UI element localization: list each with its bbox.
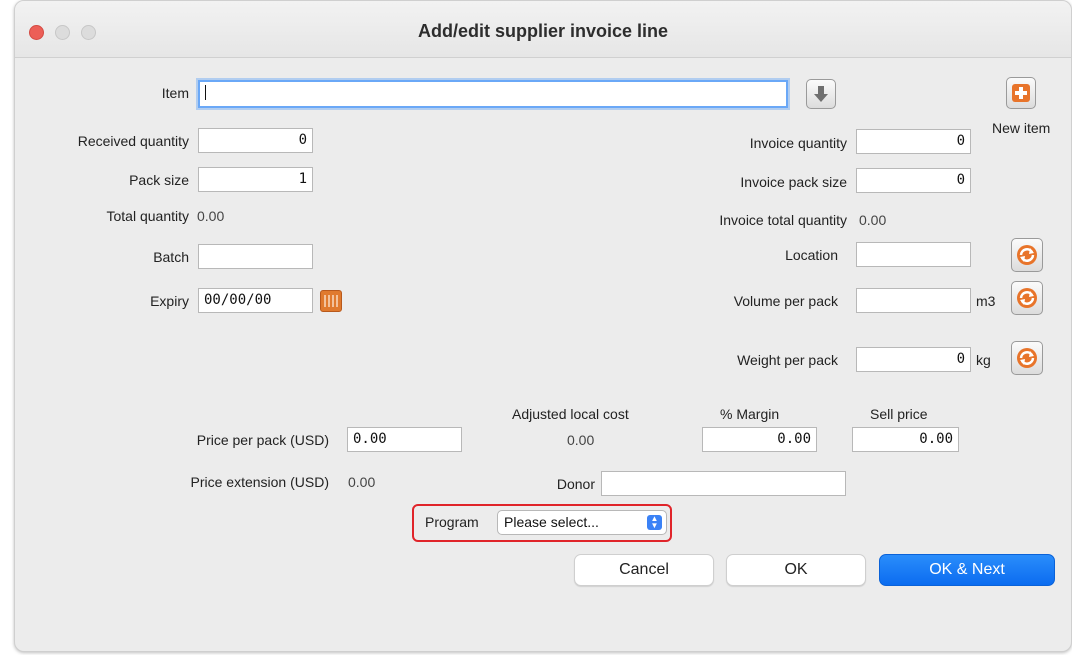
select-arrows-icon: ▲ ▼ bbox=[647, 515, 662, 530]
total-quantity-label: Total quantity bbox=[106, 208, 190, 224]
volume-per-pack-label: Volume per pack bbox=[733, 293, 838, 309]
invoice-pack-size-label: Invoice pack size bbox=[740, 174, 847, 190]
invoice-total-quantity-value: 0.00 bbox=[859, 212, 887, 228]
refresh-icon bbox=[1017, 245, 1037, 265]
program-label: Program bbox=[425, 514, 479, 530]
total-quantity-value: 0.00 bbox=[197, 208, 225, 224]
ok-next-button[interactable]: OK & Next bbox=[879, 554, 1055, 586]
calendar-icon[interactable] bbox=[320, 290, 342, 312]
text-caret bbox=[205, 84, 206, 100]
program-selected-value: Please select... bbox=[504, 514, 599, 530]
weight-refresh-button[interactable] bbox=[1011, 341, 1043, 375]
donor-label: Donor bbox=[556, 476, 595, 492]
volume-per-pack-input[interactable] bbox=[856, 288, 971, 313]
new-item-label: New item bbox=[992, 120, 1051, 136]
received-quantity-label: Received quantity bbox=[77, 133, 189, 149]
margin-label: % Margin bbox=[720, 406, 780, 422]
batch-input[interactable] bbox=[198, 244, 313, 269]
weight-unit-label: kg bbox=[976, 352, 991, 368]
item-label: Item bbox=[161, 85, 189, 101]
refresh-icon bbox=[1017, 348, 1037, 368]
location-label: Location bbox=[785, 247, 838, 263]
margin-input[interactable]: 0.00 bbox=[702, 427, 817, 452]
donor-input[interactable] bbox=[601, 471, 846, 496]
received-quantity-input[interactable]: 0 bbox=[198, 128, 313, 153]
new-item-button[interactable] bbox=[1006, 77, 1036, 109]
weight-per-pack-label: Weight per pack bbox=[737, 352, 838, 368]
window-title: Add/edit supplier invoice line bbox=[417, 21, 669, 41]
refresh-icon bbox=[1017, 288, 1037, 308]
pack-size-input[interactable]: 1 bbox=[198, 167, 313, 192]
volume-unit-label: m3 bbox=[976, 293, 996, 309]
ok-button[interactable]: OK bbox=[726, 554, 866, 586]
location-refresh-button[interactable] bbox=[1011, 238, 1043, 272]
volume-refresh-button[interactable] bbox=[1011, 281, 1043, 315]
sell-price-label: Sell price bbox=[870, 406, 928, 422]
adjusted-local-cost-label: Adjusted local cost bbox=[512, 406, 629, 422]
title-bar: Add/edit supplier invoice line bbox=[15, 1, 1071, 58]
adjusted-local-cost-value: 0.00 bbox=[567, 432, 595, 448]
location-input[interactable] bbox=[856, 242, 971, 267]
weight-per-pack-input[interactable]: 0 bbox=[856, 347, 971, 372]
batch-label: Batch bbox=[153, 249, 189, 265]
pack-size-label: Pack size bbox=[129, 172, 189, 188]
price-extension-label: Price extension (USD) bbox=[190, 474, 330, 490]
invoice-quantity-label: Invoice quantity bbox=[749, 135, 847, 151]
dialog-window: Add/edit supplier invoice line Item New … bbox=[14, 0, 1072, 652]
price-per-pack-input[interactable]: 0.00 bbox=[347, 427, 462, 452]
item-lookup-button[interactable] bbox=[806, 79, 836, 109]
invoice-total-quantity-label: Invoice total quantity bbox=[719, 212, 847, 228]
sell-price-input[interactable]: 0.00 bbox=[852, 427, 959, 452]
expiry-input[interactable]: 00/00/00 bbox=[198, 288, 313, 313]
price-extension-value: 0.00 bbox=[348, 474, 376, 490]
price-per-pack-label: Price per pack (USD) bbox=[196, 432, 329, 448]
invoice-quantity-input[interactable]: 0 bbox=[856, 129, 971, 154]
expiry-label: Expiry bbox=[150, 293, 189, 309]
cancel-button[interactable]: Cancel bbox=[574, 554, 714, 586]
invoice-pack-size-input[interactable]: 0 bbox=[856, 168, 971, 193]
plus-icon bbox=[1012, 84, 1030, 102]
download-arrow-icon bbox=[814, 86, 828, 102]
item-input[interactable] bbox=[198, 80, 788, 108]
program-select[interactable]: Please select... ▲ ▼ bbox=[497, 510, 667, 535]
